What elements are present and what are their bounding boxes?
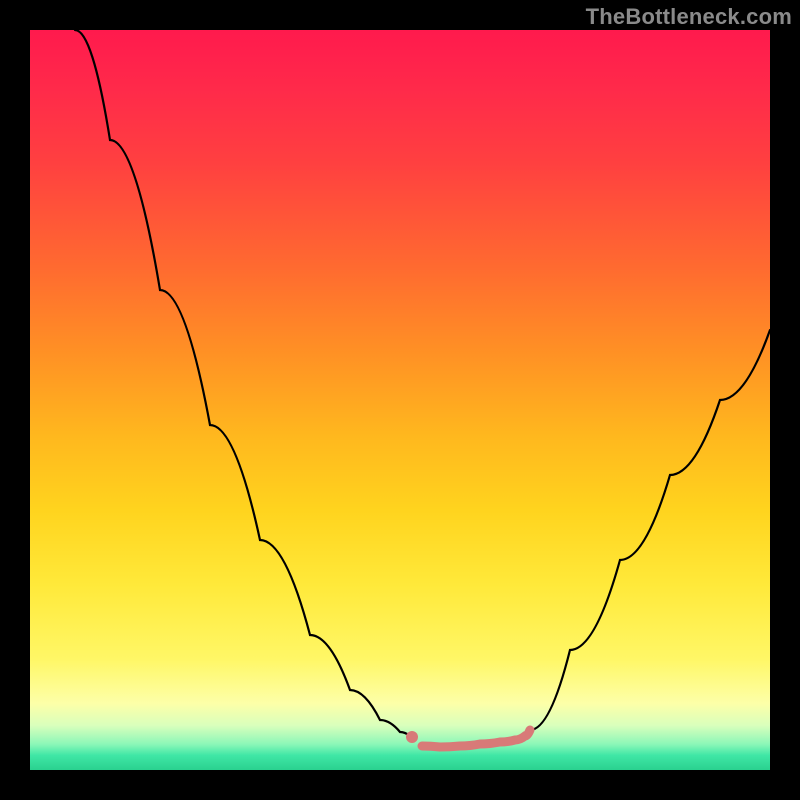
- chart-svg: [30, 30, 770, 770]
- plot-area: [30, 30, 770, 770]
- curve-left: [75, 30, 410, 736]
- watermark-text: TheBottleneck.com: [586, 4, 792, 30]
- marker-dot: [406, 731, 418, 743]
- flat-segment: [422, 730, 530, 747]
- chart-frame: TheBottleneck.com: [0, 0, 800, 800]
- curve-right: [530, 330, 770, 730]
